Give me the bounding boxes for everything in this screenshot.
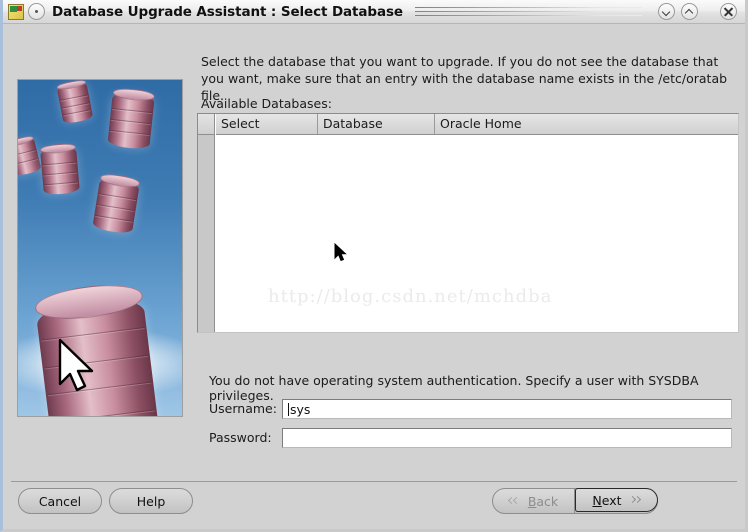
- navigation-button-group: Back Next: [492, 488, 658, 514]
- window-title: Database Upgrade Assistant : Select Data…: [52, 3, 403, 20]
- password-label: Password:: [209, 430, 272, 445]
- window-controls: [652, 3, 745, 20]
- available-databases-label: Available Databases:: [201, 96, 332, 111]
- username-label: Username:: [209, 401, 277, 416]
- table-body[interactable]: http://blog.csdn.net/mchdba: [216, 136, 738, 332]
- back-button[interactable]: Back: [493, 489, 575, 513]
- double-chevron-right-icon: [628, 495, 641, 506]
- cylinder-small-4: [39, 142, 80, 196]
- app-icon: [8, 3, 24, 20]
- close-button[interactable]: [720, 3, 737, 20]
- double-chevron-left-icon: [507, 496, 521, 507]
- column-header-database[interactable]: Database: [318, 114, 435, 134]
- chevron-down-icon: [662, 7, 671, 16]
- available-databases-table[interactable]: Select Database Oracle Home http://blog.…: [197, 113, 739, 333]
- username-value: sys: [290, 402, 311, 417]
- dialog-window: Database Upgrade Assistant : Select Data…: [0, 0, 748, 532]
- column-header-oracle-home[interactable]: Oracle Home: [435, 114, 738, 134]
- arrow-pointer-graphic: [58, 338, 94, 392]
- password-input[interactable]: [282, 428, 732, 448]
- text-caret: [288, 403, 289, 416]
- next-button[interactable]: Next: [575, 488, 658, 512]
- table-row-gutter: [198, 114, 215, 332]
- cylinder-small-2: [107, 87, 156, 151]
- cancel-button[interactable]: Cancel: [18, 488, 102, 514]
- sidebar-illustration: [17, 79, 183, 417]
- cylinder-small-3: [18, 134, 42, 177]
- close-x-icon: [723, 6, 734, 17]
- column-header-select[interactable]: Select: [216, 114, 318, 134]
- minimize-button[interactable]: [658, 3, 675, 20]
- window-menu-icon[interactable]: [28, 3, 45, 20]
- watermark-text: http://blog.csdn.net/mchdba: [268, 286, 553, 307]
- mouse-cursor-icon: [334, 243, 347, 262]
- title-bar: Database Upgrade Assistant : Select Data…: [3, 0, 745, 24]
- chevron-up-icon: [685, 7, 694, 16]
- cylinder-small-5: [92, 172, 141, 235]
- dialog-content: Select the database that you want to upg…: [3, 25, 745, 529]
- cylinder-small-1: [56, 80, 94, 125]
- bottom-separator: [11, 481, 737, 482]
- back-label: Back: [527, 493, 559, 509]
- table-header-row: Select Database Oracle Home: [216, 114, 738, 135]
- next-label: Next: [592, 492, 622, 508]
- help-button[interactable]: Help: [109, 488, 193, 514]
- titlebar-decoration-lines: [415, 5, 642, 19]
- username-input[interactable]: sys: [282, 399, 732, 419]
- maximize-button[interactable]: [681, 3, 698, 20]
- table-corner-header: [198, 114, 215, 135]
